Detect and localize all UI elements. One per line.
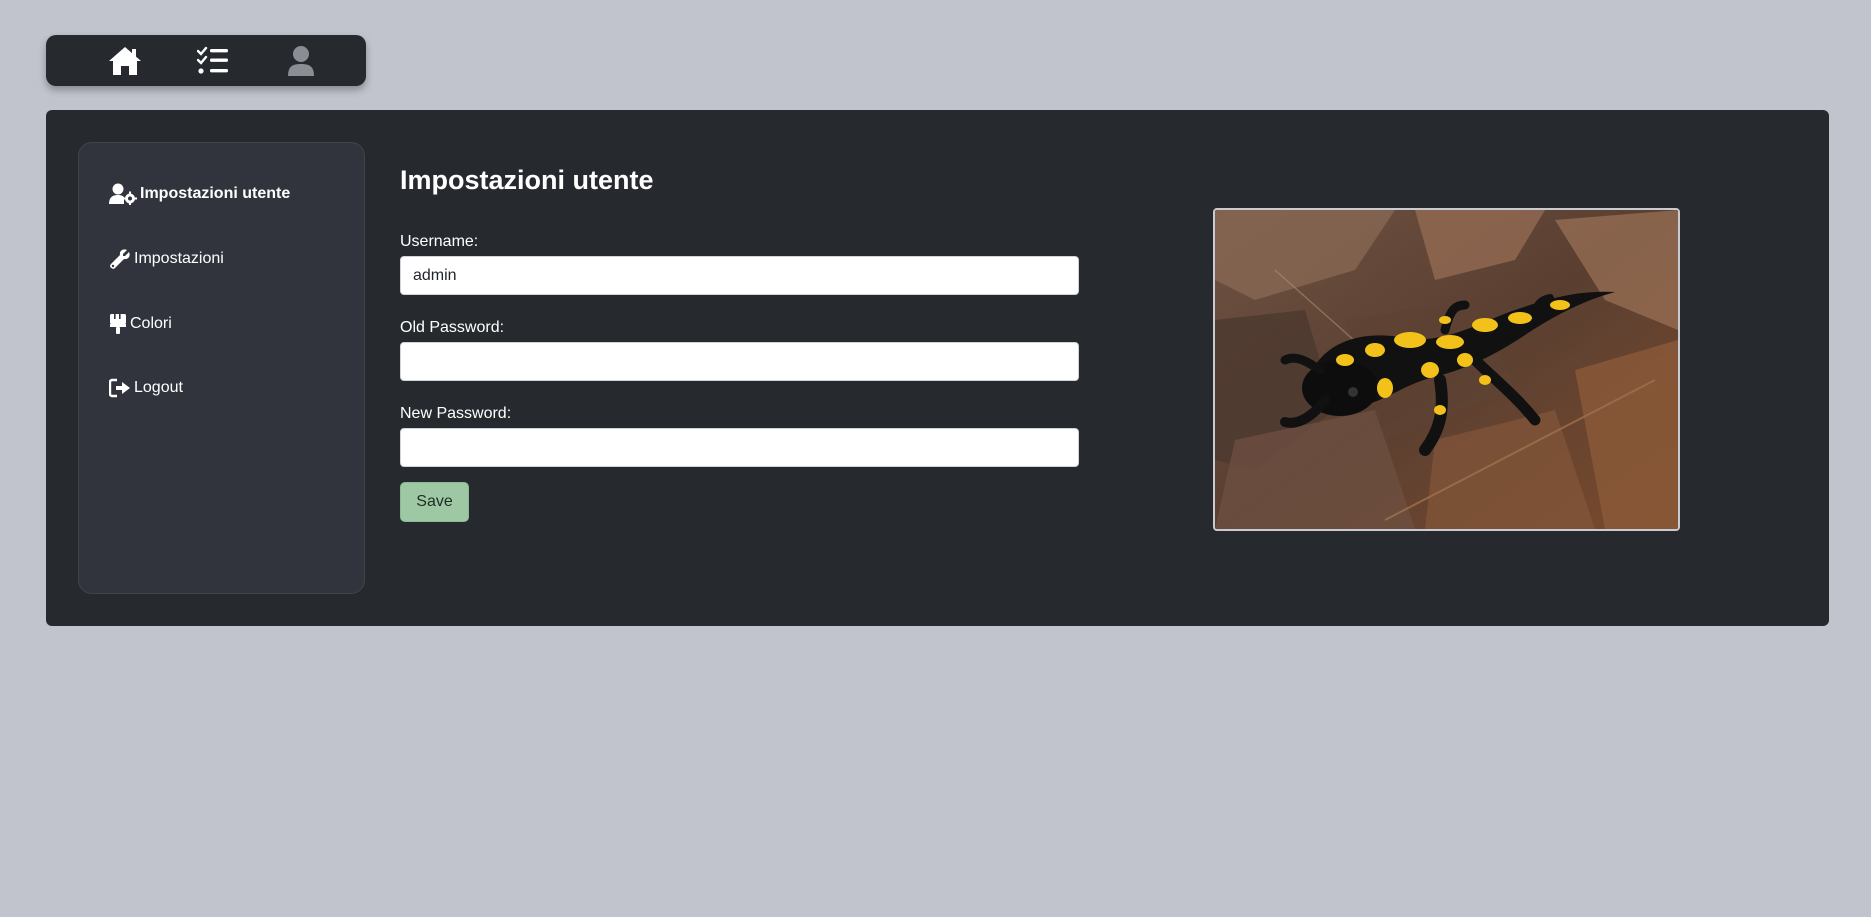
top-navbar [46, 35, 366, 86]
user-settings-form: Impostazioni utente Username: Old Passwo… [400, 164, 1080, 522]
sidebar-item-colori[interactable]: Colori [109, 313, 172, 335]
sidebar-item-label: Impostazioni utente [140, 185, 291, 202]
save-button[interactable]: Save [400, 482, 469, 522]
sidebar-item-label: Impostazioni [134, 250, 224, 267]
sidebar-item-impostazioni-utente[interactable]: Impostazioni utente [109, 183, 290, 205]
user-button[interactable] [282, 42, 320, 80]
task-list-icon [197, 46, 228, 74]
paint-brush-icon [109, 313, 127, 335]
home-icon [109, 46, 141, 75]
tasks-button[interactable] [194, 42, 232, 80]
sidebar-item-label: Logout [134, 379, 183, 396]
username-label: Username: [400, 233, 479, 250]
wrench-icon [109, 248, 131, 270]
old-password-field[interactable] [400, 342, 1079, 381]
sidebar-item-label: Colori [130, 315, 172, 332]
new-password-field[interactable] [400, 428, 1079, 467]
settings-sidebar: Impostazioni utente Impostazioni Colori … [78, 142, 365, 594]
user-icon [288, 45, 314, 76]
old-password-label: Old Password: [400, 319, 505, 336]
page-title: Impostazioni utente [400, 165, 654, 195]
home-button[interactable] [106, 42, 144, 80]
sidebar-item-impostazioni[interactable]: Impostazioni [109, 248, 224, 270]
new-password-label: New Password: [400, 405, 512, 422]
username-field[interactable] [400, 256, 1079, 295]
sidebar-item-logout[interactable]: Logout [109, 378, 183, 398]
salamander-photo [1213, 208, 1680, 531]
user-gear-icon [109, 183, 137, 205]
settings-panel: Impostazioni utente Impostazioni Colori … [46, 110, 1829, 626]
logout-icon [109, 378, 131, 398]
